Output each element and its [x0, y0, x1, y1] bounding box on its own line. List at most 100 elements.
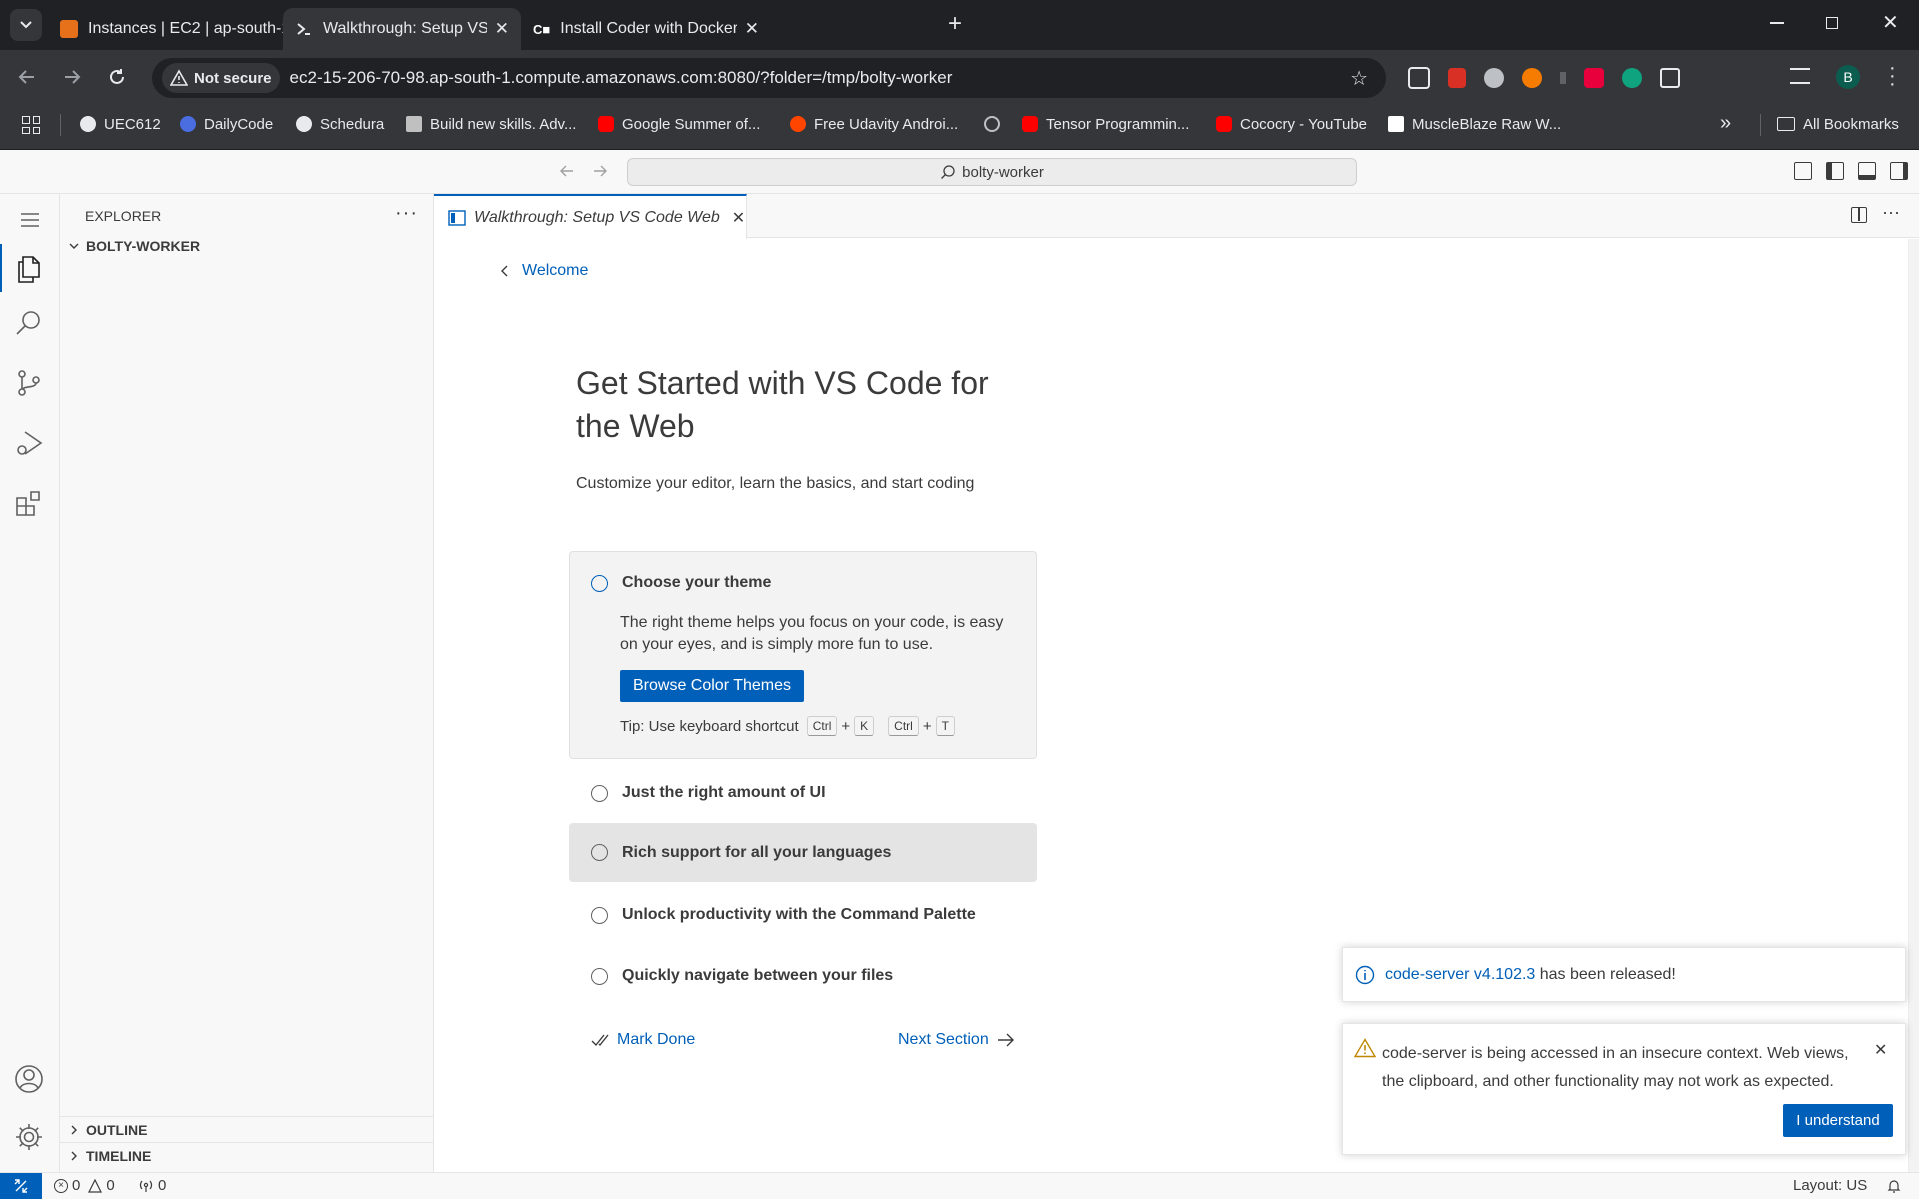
- address-bar[interactable]: Not secure ec2-15-206-70-98.ap-south-1.c…: [152, 58, 1386, 98]
- explorer-view-button[interactable]: [14, 254, 44, 284]
- run-debug-view-button[interactable]: [14, 428, 44, 458]
- zoom-extension-icon[interactable]: [1408, 67, 1430, 89]
- bookmark-gsoc[interactable]: Google Summer of...: [598, 114, 760, 134]
- step-choose-theme[interactable]: Choose your theme: [569, 573, 1037, 593]
- orange-extension-icon[interactable]: [1522, 68, 1542, 88]
- menu-button[interactable]: [20, 212, 40, 228]
- customize-layout-icon[interactable]: [1794, 162, 1812, 180]
- editor-scrollbar[interactable]: [1908, 239, 1919, 1172]
- editor-tab-walkthrough[interactable]: Walkthrough: Setup VS Code Web ✕: [434, 194, 747, 239]
- tab-search-button[interactable]: [10, 9, 42, 41]
- security-chip[interactable]: Not secure: [162, 63, 280, 93]
- forward-button[interactable]: [61, 66, 83, 88]
- folder-section-header[interactable]: BOLTY-WORKER: [66, 238, 200, 254]
- next-section-button[interactable]: Next Section: [898, 1031, 1015, 1049]
- lock-extension-icon[interactable]: [1448, 68, 1466, 88]
- close-icon[interactable]: ✕: [1874, 1040, 1887, 1060]
- files-icon: [18, 256, 40, 283]
- i-understand-button[interactable]: I understand: [1783, 1104, 1893, 1137]
- browser-menu-icon[interactable]: · · ·: [1889, 58, 1896, 94]
- reload-button[interactable]: [106, 66, 128, 88]
- nav-back-button[interactable]: [558, 162, 576, 180]
- bookmark-label: Schedura: [320, 115, 385, 133]
- back-button[interactable]: [16, 66, 38, 88]
- bell-icon[interactable]: [1886, 1178, 1902, 1194]
- ports-indicator[interactable]: 0: [138, 1177, 166, 1194]
- bookmark-dailycode[interactable]: DailyCode: [180, 114, 273, 134]
- bookmarks-divider: [1760, 114, 1761, 136]
- close-icon[interactable]: ✕: [732, 208, 745, 228]
- release-link[interactable]: code-server v4.102.3: [1385, 966, 1535, 984]
- step-radio-icon[interactable]: [591, 574, 608, 592]
- bookmark-globe[interactable]: [984, 114, 1008, 134]
- browser-tab-coder[interactable]: C■ Install Coder with Docker: Step ✕: [521, 8, 771, 50]
- timeline-section-header[interactable]: TIMELINE: [66, 1148, 151, 1164]
- new-tab-button[interactable]: +: [948, 12, 962, 36]
- close-icon[interactable]: ✕: [495, 19, 509, 39]
- avatar[interactable]: B: [1836, 65, 1860, 89]
- step-right-amount-ui[interactable]: Just the right amount of UI: [569, 773, 1037, 813]
- reload-icon: [110, 69, 124, 84]
- editor-more-actions-icon[interactable]: ···: [1882, 202, 1900, 223]
- bookmark-schedura[interactable]: Schedura: [296, 114, 384, 134]
- hamburger-icon: [21, 213, 39, 227]
- step-command-palette[interactable]: Unlock productivity with the Command Pal…: [569, 895, 1037, 935]
- command-center[interactable]: bolty-worker: [627, 158, 1357, 186]
- download-extension-icon[interactable]: [1584, 68, 1604, 88]
- welcome-link-label: Welcome: [522, 262, 589, 279]
- close-icon[interactable]: ✕: [745, 19, 759, 39]
- keyboard-layout-indicator[interactable]: Layout: US: [1793, 1177, 1867, 1194]
- gpt-extension-icon[interactable]: [1622, 68, 1642, 88]
- accounts-button[interactable]: [14, 1064, 44, 1094]
- remote-indicator[interactable]: [0, 1173, 42, 1199]
- bookmark-muscleblaze[interactable]: MuscleBlaze Raw W...: [1388, 114, 1561, 134]
- bookmark-uec612[interactable]: UEC612: [80, 114, 161, 134]
- step-description: The right theme helps you focus on your …: [620, 612, 1003, 656]
- bookmark-udacity[interactable]: Free Udavity Androi...: [790, 114, 958, 134]
- grammar-extension-icon[interactable]: [1484, 68, 1504, 88]
- bookmarks-overflow-icon[interactable]: »: [1720, 112, 1731, 135]
- toggle-panel-icon[interactable]: [1858, 162, 1876, 180]
- close-window-button[interactable]: ✕: [1882, 10, 1899, 35]
- timeline-label: TIMELINE: [86, 1148, 152, 1164]
- nav-forward-button[interactable]: [591, 162, 609, 180]
- star-icon[interactable]: ☆: [1350, 66, 1368, 91]
- warning-message: code-server is being accessed in an inse…: [1382, 1040, 1849, 1096]
- extensions-view-button[interactable]: [14, 488, 44, 518]
- gray-extension-icon[interactable]: [1560, 72, 1566, 84]
- step-radio-icon[interactable]: [591, 784, 608, 802]
- step-navigate-files[interactable]: Quickly navigate between your files: [569, 956, 1037, 996]
- restore-button[interactable]: [1826, 17, 1838, 29]
- step-radio-icon[interactable]: [591, 967, 608, 985]
- split-editor-icon[interactable]: [1851, 207, 1867, 223]
- release-notification[interactable]: code-server v4.102.3 has been released!: [1342, 947, 1906, 1002]
- bookmark-tensor[interactable]: Tensor Programmin...: [1022, 114, 1189, 134]
- page-subtitle: Customize your editor, learn the basics,…: [576, 475, 975, 492]
- step-radio-icon[interactable]: [591, 844, 608, 861]
- layout-controls: [1794, 162, 1908, 180]
- problems-indicator[interactable]: × 0 0: [54, 1177, 115, 1194]
- puzzle-icon[interactable]: [1660, 68, 1680, 88]
- all-bookmarks-button[interactable]: All Bookmarks: [1777, 114, 1899, 134]
- search-view-button[interactable]: [14, 308, 44, 338]
- browse-color-themes-button[interactable]: Browse Color Themes: [620, 670, 804, 702]
- step-rich-language-support[interactable]: Rich support for all your languages: [569, 823, 1037, 882]
- bookmark-edx[interactable]: Build new skills. Adv...: [406, 114, 576, 134]
- step-radio-icon[interactable]: [591, 906, 608, 924]
- walkthrough-icon: [448, 209, 466, 226]
- source-control-icon: [18, 370, 40, 396]
- toggle-primary-sidebar-icon[interactable]: [1826, 162, 1844, 180]
- outline-section-header[interactable]: OUTLINE: [66, 1122, 147, 1138]
- back-to-welcome-link[interactable]: Welcome: [498, 262, 588, 280]
- source-control-view-button[interactable]: [14, 368, 44, 398]
- toggle-secondary-sidebar-icon[interactable]: [1890, 162, 1908, 180]
- explorer-more-actions-icon[interactable]: ···: [395, 202, 418, 225]
- minimize-button[interactable]: [1770, 22, 1784, 24]
- browser-tab-walkthrough[interactable]: Walkthrough: Setup VS Code W ✕: [283, 8, 521, 50]
- apps-grid-icon[interactable]: [22, 116, 40, 134]
- manage-button[interactable]: [14, 1122, 44, 1152]
- mark-done-button[interactable]: Mark Done: [591, 1031, 695, 1049]
- bookmark-cococry[interactable]: Cococry - YouTube: [1216, 114, 1367, 134]
- media-control-icon[interactable]: [1790, 68, 1810, 84]
- url-text[interactable]: ec2-15-206-70-98.ap-south-1.compute.amaz…: [290, 68, 1351, 88]
